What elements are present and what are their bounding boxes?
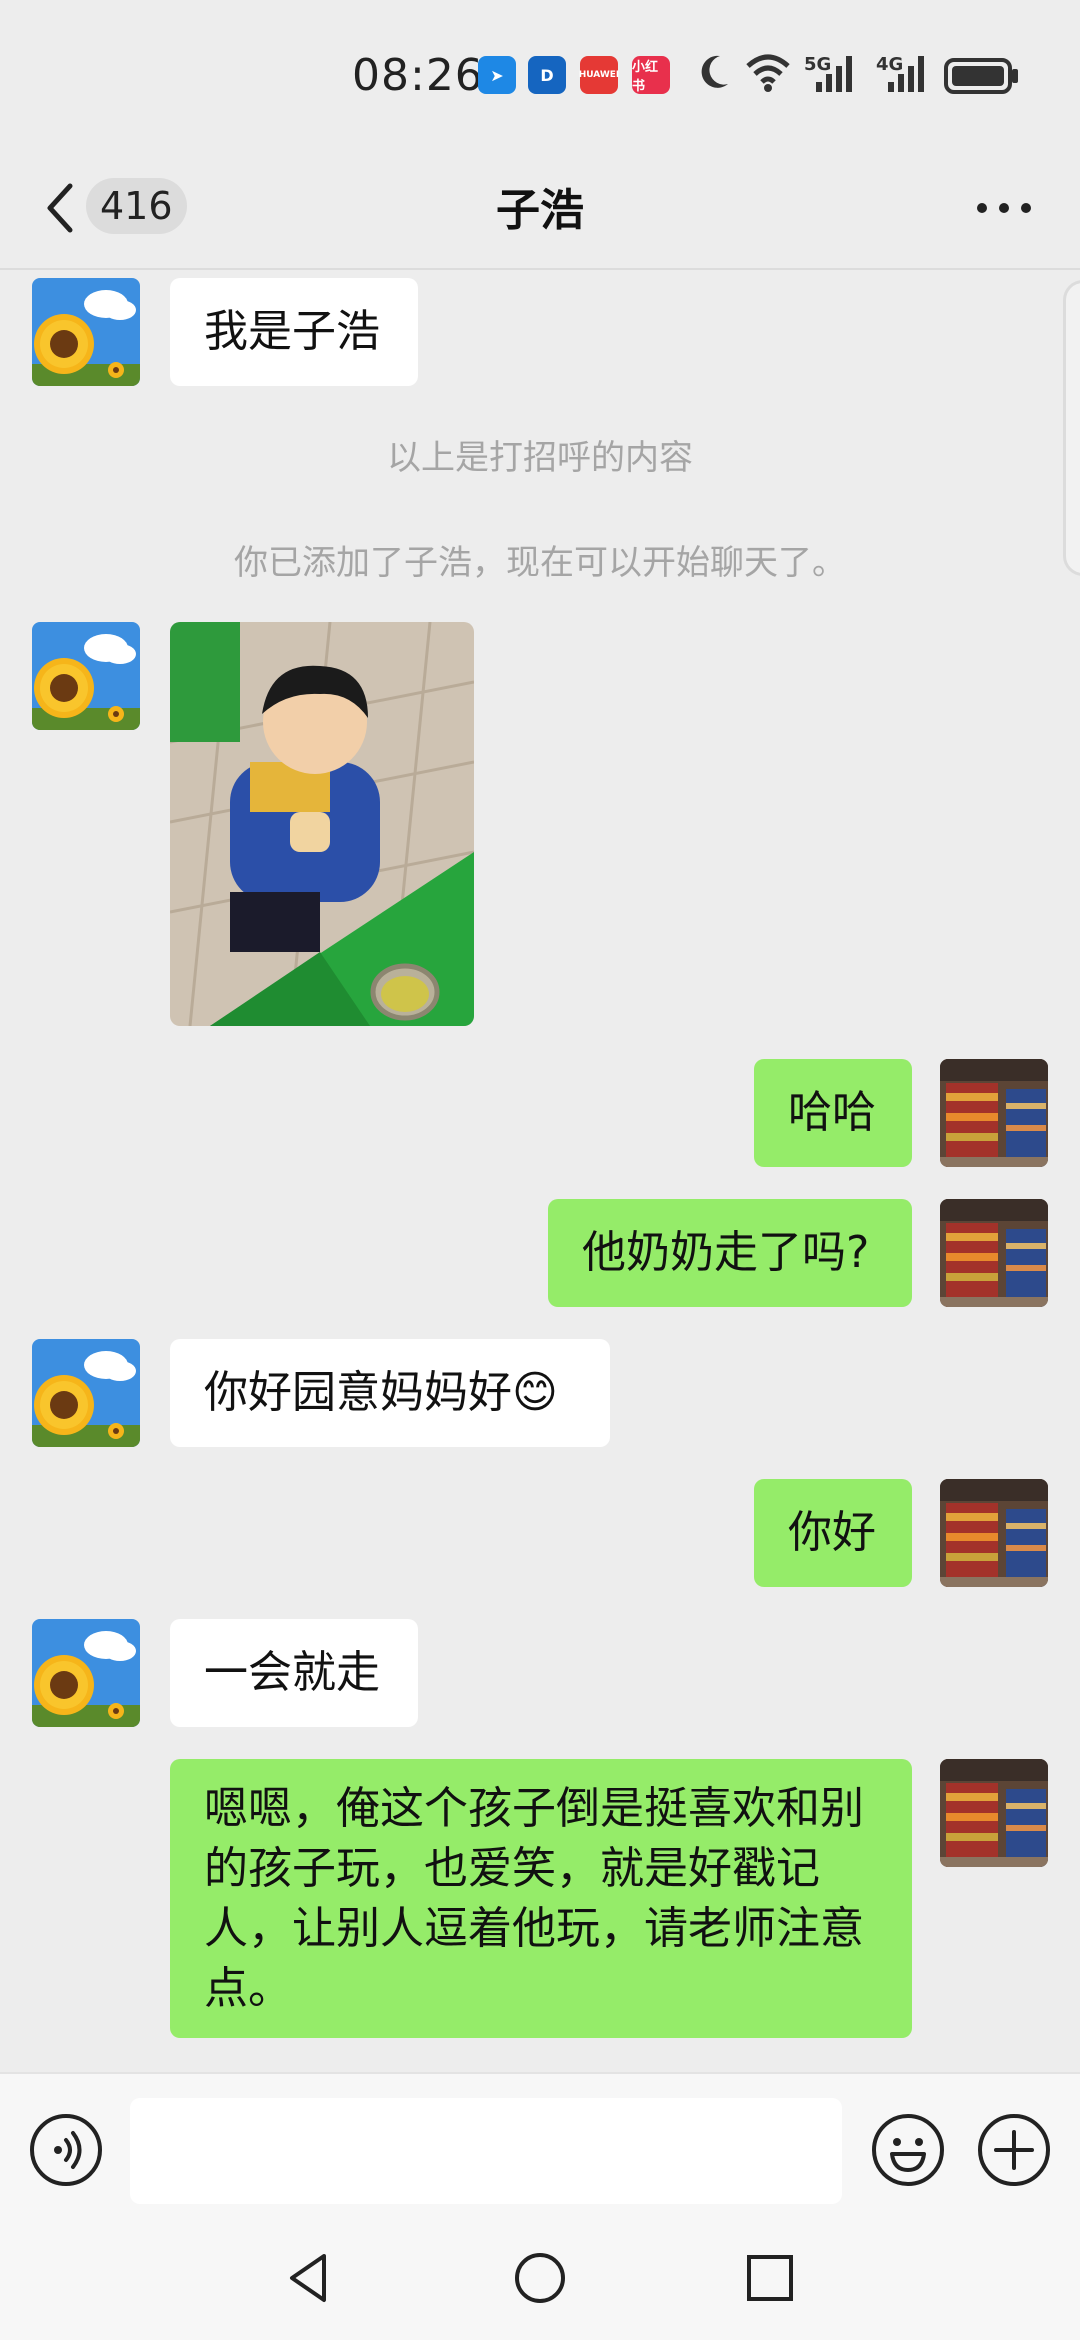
child-photo-image (170, 622, 474, 1026)
signal-icon (888, 56, 924, 92)
photo-message-child-eating[interactable] (170, 622, 474, 1026)
status-bar: 08:26 ➤ D HUAWEI 小红书 5G 4G (0, 0, 1080, 150)
message-bubble-incoming[interactable]: 一会就走 (170, 1619, 418, 1727)
sunflower-avatar-image (32, 622, 140, 730)
supermarket-avatar-image (940, 1199, 1048, 1307)
contact-avatar[interactable] (32, 1619, 140, 1727)
message-input-bar (0, 2072, 1080, 2214)
message-text-input[interactable] (130, 2098, 842, 2204)
message-bubble-outgoing[interactable]: 你好 (754, 1479, 912, 1587)
message-bubble-outgoing[interactable]: 嗯嗯，俺这个孩子倒是挺喜欢和别的孩子玩，也爱笑，就是好戳记人，让别人逗着他玩，请… (170, 1759, 912, 2038)
app-notification-icon: ➤ (478, 56, 516, 94)
moon-icon (701, 55, 728, 88)
nav-back-icon[interactable] (280, 2248, 340, 2308)
system-notice: 以上是打招呼的内容 (387, 438, 693, 478)
huawei-app-icon: HUAWEI (579, 56, 619, 94)
xiaohongshu-app-icon: 小红书 (632, 56, 670, 94)
supermarket-avatar-image (940, 1759, 1048, 1867)
system-navigation-bar (0, 2212, 1080, 2340)
message-bubble-outgoing[interactable]: 他奶奶走了吗? (548, 1199, 912, 1307)
message-bubble-outgoing[interactable]: 哈哈 (754, 1059, 912, 1167)
more-icon[interactable] (964, 184, 1044, 232)
message-bubble-incoming[interactable]: 你好园意妈妈好😊 (170, 1339, 610, 1447)
sunflower-avatar-image (32, 1619, 140, 1727)
chat-header: 416 子浩 (0, 150, 1080, 270)
side-panel-handle[interactable] (1063, 280, 1080, 576)
signal-icon (816, 56, 852, 92)
status-time: 08:26 (352, 50, 484, 101)
message-bubble-incoming[interactable]: 我是子浩 (170, 278, 418, 386)
app-notification-icon: D (528, 56, 566, 94)
contact-avatar[interactable] (32, 1339, 140, 1447)
sunflower-avatar-image (32, 1339, 140, 1447)
voice-icon[interactable] (28, 2112, 104, 2188)
supermarket-avatar-image (940, 1479, 1048, 1587)
contact-avatar[interactable] (32, 622, 140, 730)
contact-avatar[interactable] (32, 278, 140, 386)
my-avatar[interactable] (940, 1759, 1048, 1867)
system-notice: 你已添加了子浩，现在可以开始聊天了。 (234, 543, 846, 583)
nav-home-icon[interactable] (510, 2248, 570, 2308)
contact-name-title: 子浩 (496, 185, 584, 236)
battery-icon (944, 58, 1018, 94)
nav-recents-icon[interactable] (740, 2248, 800, 2308)
emoji-icon[interactable] (870, 2112, 946, 2188)
my-avatar[interactable] (940, 1479, 1048, 1587)
my-avatar[interactable] (940, 1059, 1048, 1167)
sunflower-avatar-image (32, 278, 140, 386)
wifi-icon (746, 54, 790, 92)
my-avatar[interactable] (940, 1199, 1048, 1307)
plus-icon[interactable] (976, 2112, 1052, 2188)
supermarket-avatar-image (940, 1059, 1048, 1167)
